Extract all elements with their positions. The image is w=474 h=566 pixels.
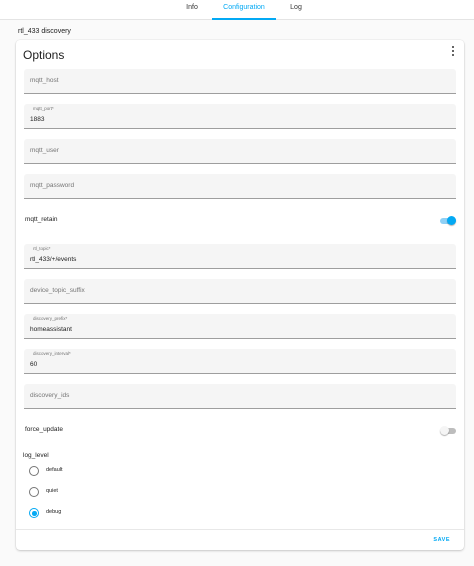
discovery-interval-label: discovery_interval* [33, 351, 71, 356]
discovery-ids-field[interactable]: discovery_ids [24, 384, 456, 409]
mqtt-host-placeholder: mqtt_host [30, 77, 59, 84]
radio-label: quiet [46, 488, 58, 494]
discovery-prefix-field[interactable]: discovery_prefix* homeassistant [24, 314, 456, 339]
tab-bar: Info Configuration Log [0, 0, 474, 20]
tab-info[interactable]: Info [166, 0, 218, 20]
options-card: Options mqtt_host mqtt_port* 1883 mqtt_u… [16, 40, 464, 550]
discovery-prefix-label: discovery_prefix* [33, 316, 68, 321]
mqtt-host-field[interactable]: mqtt_host [24, 69, 456, 94]
addon-name: rtl_433 discovery [18, 28, 71, 35]
discovery-interval-value: 60 [30, 361, 38, 368]
radio-button-checked[interactable] [29, 508, 39, 518]
mqtt-port-label: mqtt_port* [33, 106, 54, 111]
toggle-thumb [447, 216, 456, 225]
force-update-label: force_update [25, 426, 63, 433]
force-update-row: force_update [24, 424, 456, 438]
tab-configuration[interactable]: Configuration [212, 0, 276, 20]
mqtt-retain-row: mqtt_retain [24, 214, 456, 228]
discovery-ids-placeholder: discovery_ids [30, 392, 70, 399]
card-title: Options [23, 48, 65, 62]
more-vert-icon[interactable] [448, 45, 458, 57]
device-topic-suffix-field[interactable]: device_topic_suffix [24, 279, 456, 304]
card-actions: SAVE [16, 529, 464, 550]
rtl-topic-label: rtl_topic* [33, 246, 51, 251]
save-button[interactable]: SAVE [433, 537, 450, 543]
tab-log[interactable]: Log [270, 0, 322, 20]
mqtt-password-field[interactable]: mqtt_password [24, 174, 456, 199]
mqtt-user-placeholder: mqtt_user [30, 147, 59, 154]
mqtt-retain-toggle[interactable] [440, 216, 456, 225]
device-topic-suffix-placeholder: device_topic_suffix [30, 287, 85, 294]
log-level-label: log_level [23, 452, 49, 459]
mqtt-retain-label: mqtt_retain [25, 216, 58, 223]
mqtt-port-field[interactable]: mqtt_port* 1883 [24, 104, 456, 129]
mqtt-password-placeholder: mqtt_password [30, 182, 75, 189]
mqtt-user-field[interactable]: mqtt_user [24, 139, 456, 164]
mqtt-port-value: 1883 [30, 116, 45, 123]
toggle-thumb [440, 426, 449, 435]
radio-button[interactable] [29, 466, 39, 476]
radio-label: default [46, 467, 63, 473]
rtl-topic-field[interactable]: rtl_topic* rtl_433/+/events [24, 244, 456, 269]
radio-label: debug [46, 509, 62, 515]
discovery-prefix-value: homeassistant [30, 326, 72, 333]
radio-button[interactable] [29, 487, 39, 497]
discovery-interval-field[interactable]: discovery_interval* 60 [24, 349, 456, 374]
force-update-toggle[interactable] [440, 426, 456, 435]
rtl-topic-value: rtl_433/+/events [30, 256, 77, 263]
